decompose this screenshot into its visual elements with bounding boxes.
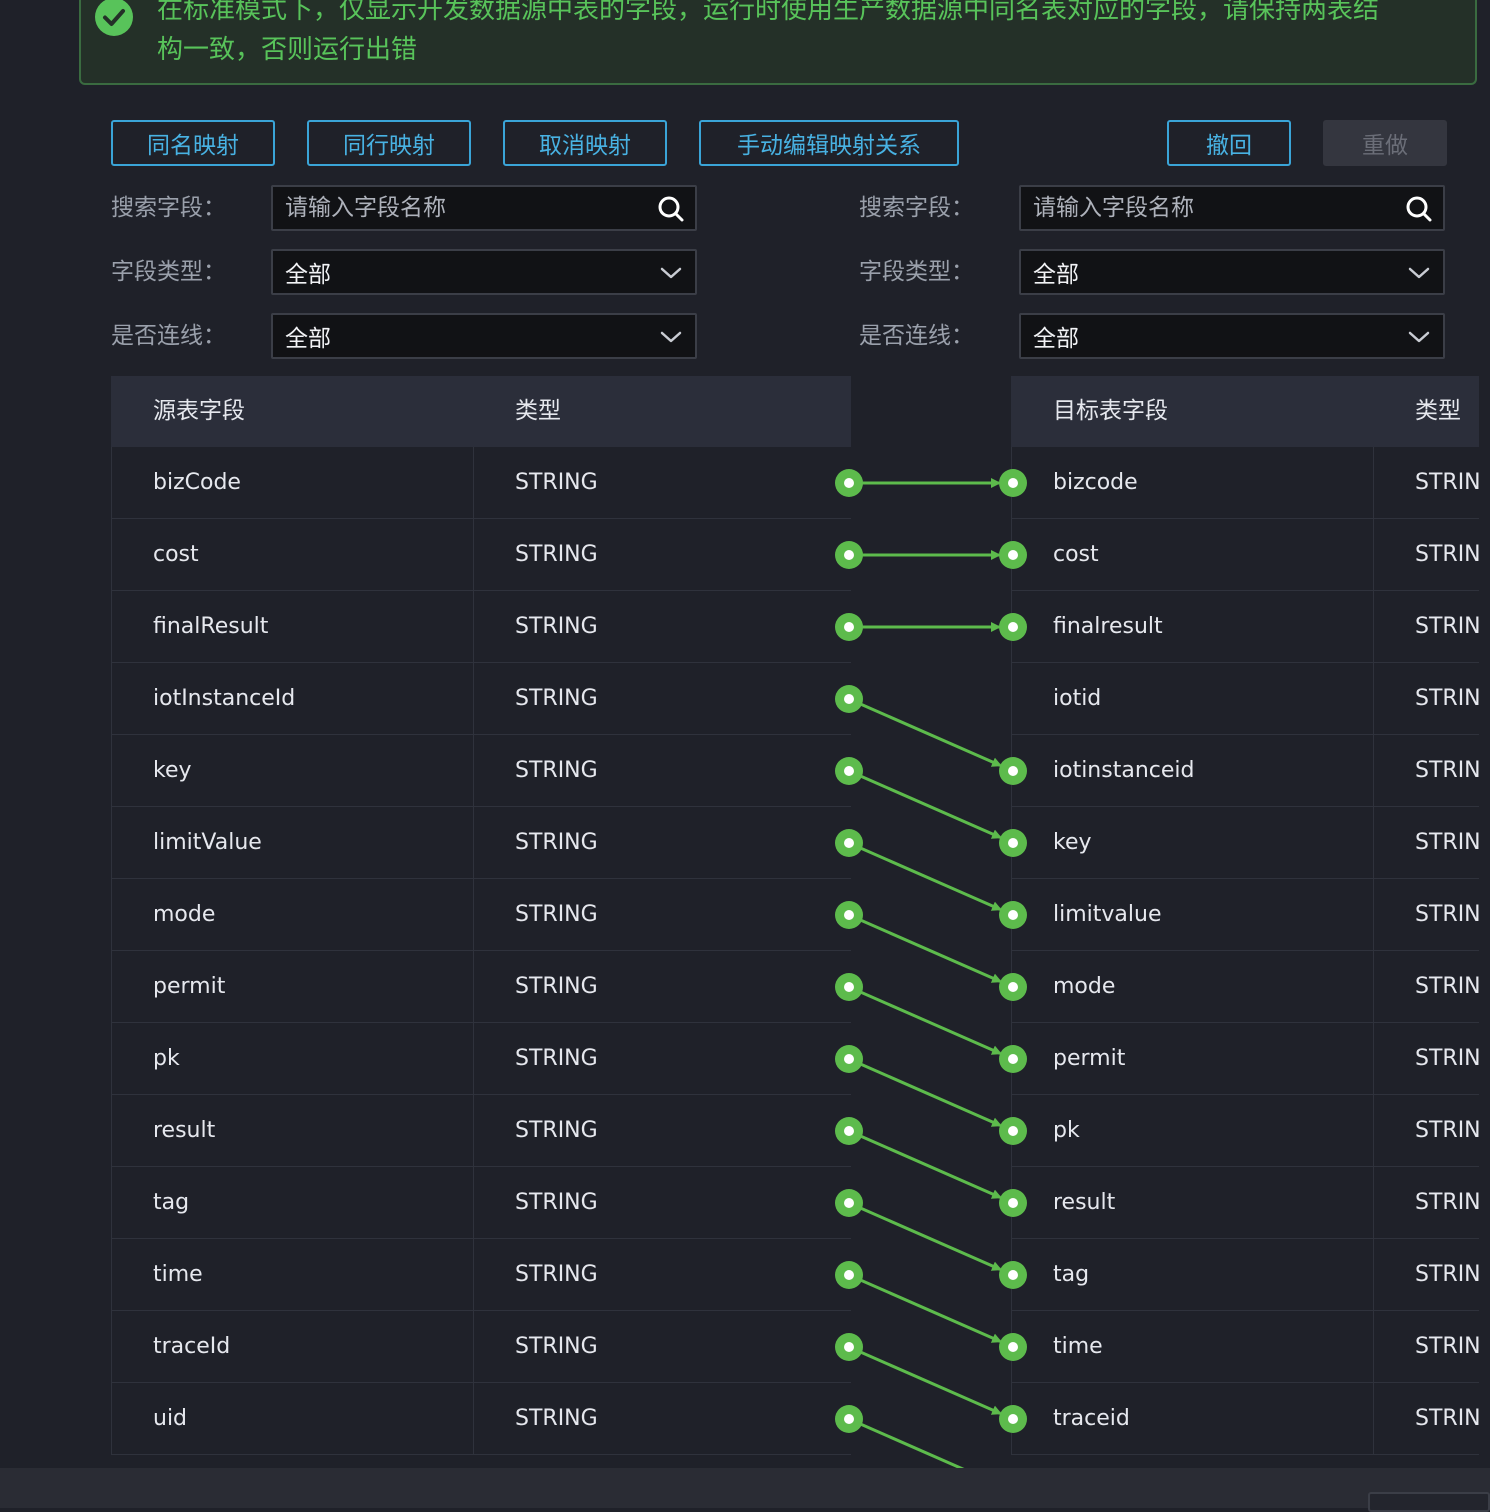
mapping-line[interactable] [848,1273,1003,1343]
mapping-line[interactable] [848,1417,1000,1468]
target-anchor-dot[interactable] [999,757,1027,785]
target-anchor-dot[interactable] [999,973,1027,1001]
source-anchor-dot[interactable] [835,1405,863,1433]
footer-bar [0,1468,1490,1508]
mapping-lines [835,469,1027,1468]
source-anchor-dot[interactable] [835,973,863,1001]
target-anchor-dot[interactable] [999,829,1027,857]
source-anchor-dot[interactable] [835,469,863,497]
mapping-line[interactable] [848,841,1003,911]
source-anchor-dot[interactable] [835,1117,863,1145]
mapping-line[interactable] [848,697,1003,767]
target-anchor-dot[interactable] [999,901,1027,929]
target-anchor-dot[interactable] [999,1261,1027,1289]
target-anchor-dot[interactable] [999,1117,1027,1145]
source-anchor-dot[interactable] [835,685,863,713]
source-anchor-dot[interactable] [835,1045,863,1073]
source-anchor-dot[interactable] [835,1333,863,1361]
source-anchor-dot[interactable] [835,829,863,857]
mapping-line[interactable] [848,769,1003,839]
source-anchor-dot[interactable] [835,1261,863,1289]
target-anchor-dot[interactable] [999,1333,1027,1361]
source-anchor-dot[interactable] [835,757,863,785]
target-anchor-dot[interactable] [999,1189,1027,1217]
target-anchor-dot[interactable] [999,1405,1027,1433]
mapping-line[interactable] [848,1129,1003,1199]
mapping-line[interactable] [848,1201,1003,1271]
target-anchor-dot[interactable] [999,541,1027,569]
mapping-line[interactable] [848,1345,1003,1415]
footer-button[interactable] [1368,1492,1490,1512]
mapping-line[interactable] [848,913,1003,983]
target-anchor-dot[interactable] [999,613,1027,641]
source-anchor-dot[interactable] [835,541,863,569]
source-anchor-dot[interactable] [835,613,863,641]
mapping-line[interactable] [848,985,1003,1055]
source-anchor-dot[interactable] [835,1189,863,1217]
target-anchor-dot[interactable] [999,1045,1027,1073]
mapping-line[interactable] [848,1057,1003,1127]
target-anchor-dot[interactable] [999,469,1027,497]
source-anchor-dot[interactable] [835,901,863,929]
